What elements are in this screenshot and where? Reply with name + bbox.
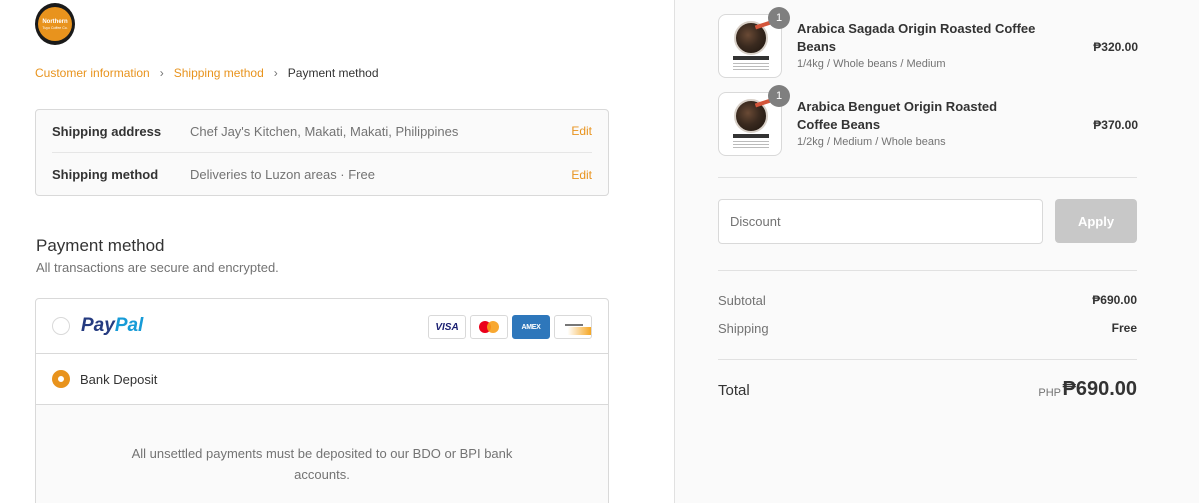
product-name: Arabica Benguet Origin Roasted Coffee Be… [797, 99, 998, 132]
logo-badge: Northern Tuyo Coffee Co. [38, 7, 72, 41]
bank-deposit-radio[interactable] [52, 370, 70, 388]
paypal-radio[interactable] [52, 317, 70, 335]
mastercard-icon [470, 315, 508, 339]
breadcrumb-payment-method: Payment method [287, 66, 379, 80]
shipping-address-value: Chef Jay's Kitchen, Makati, Makati, Phil… [190, 123, 459, 139]
payment-method-subtitle: All transactions are secure and encrypte… [36, 260, 279, 275]
quantity-badge: 1 [768, 7, 790, 29]
product-variant: 1/2kg / Medium / Whole beans [797, 136, 946, 148]
divider [718, 359, 1137, 360]
payment-option-bank-deposit[interactable]: Bank Deposit [36, 354, 608, 405]
checkout-main: Northern Tuyo Coffee Co. Customer inform… [0, 0, 674, 503]
paypal-logo-part1: Pay [81, 315, 115, 336]
cart-item: 1 Arabica Benguet Origin Roasted Coffee … [718, 85, 1138, 156]
bank-deposit-label: Bank Deposit [80, 371, 158, 387]
shipping-value: Free [1111, 321, 1137, 335]
product-price: ₱320.00 [1093, 40, 1138, 54]
breadcrumb-shipping-method[interactable]: Shipping method [174, 66, 264, 80]
subtotal-row: Subtotal ₱690.00 [718, 293, 1137, 311]
shipping-method-label: Shipping method [52, 167, 159, 182]
total-row: Total PHP ₱690.00 [718, 378, 1137, 406]
payment-method-title: Payment method [36, 236, 165, 255]
paypal-logo: PayPal [81, 315, 143, 337]
subtotal-label: Subtotal [718, 293, 766, 308]
review-row-method: Shipping method Deliveries to Luzon area… [52, 153, 592, 196]
total-value: ₱690.00 [1062, 378, 1137, 400]
breadcrumb-customer-information[interactable]: Customer information [35, 66, 150, 80]
edit-method-link[interactable]: Edit [571, 168, 592, 182]
breadcrumb: Customer information › Shipping method ›… [35, 66, 379, 80]
order-summary: 1 Arabica Sagada Origin Roasted Coffee B… [674, 0, 1199, 503]
total-label: Total [718, 382, 750, 399]
review-row-address: Shipping address Chef Jay's Kitchen, Mak… [52, 110, 592, 153]
quantity-badge: 1 [768, 85, 790, 107]
amex-icon: AMEX [512, 315, 550, 339]
product-name: Arabica Sagada Origin Roasted Coffee Bea… [797, 21, 1036, 54]
shipping-address-label: Shipping address [52, 123, 162, 139]
bank-deposit-details: All unsettled payments must be deposited… [36, 405, 608, 503]
discount-input[interactable] [718, 199, 1043, 244]
review-block: Shipping address Chef Jay's Kitchen, Mak… [35, 109, 609, 196]
edit-address-link[interactable]: Edit [571, 124, 592, 138]
divider [718, 177, 1137, 178]
apply-discount-button[interactable]: Apply [1055, 199, 1137, 243]
payment-option-paypal[interactable]: PayPal VISA AMEX [36, 299, 608, 354]
subtotal-value: ₱690.00 [1092, 293, 1137, 307]
shipping-method-value: Deliveries to Luzon areas · Free [190, 167, 375, 182]
shipping-row: Shipping Free [718, 321, 1137, 339]
logo-line-2: Tuyo Coffee Co. [42, 25, 68, 30]
visa-icon: VISA [428, 315, 466, 339]
product-price: ₱370.00 [1093, 118, 1138, 132]
product-variant: 1/4kg / Whole beans / Medium [797, 58, 946, 70]
chevron-right-icon: › [273, 66, 278, 80]
payment-options: PayPal VISA AMEX Bank Deposit All unsett… [35, 298, 609, 503]
total-currency: PHP [1038, 387, 1061, 399]
store-logo[interactable]: Northern Tuyo Coffee Co. [35, 3, 75, 45]
discover-icon [554, 315, 592, 339]
card-icons: VISA AMEX [428, 315, 592, 339]
shipping-label: Shipping [718, 321, 769, 336]
divider [718, 270, 1137, 271]
chevron-right-icon: › [159, 66, 164, 80]
paypal-logo-part2: Pal [114, 315, 144, 336]
logo-line-1: Northern [42, 18, 68, 25]
cart-item: 1 Arabica Sagada Origin Roasted Coffee B… [718, 7, 1138, 78]
bank-deposit-instructions: All unsettled payments must be deposited… [131, 446, 513, 482]
